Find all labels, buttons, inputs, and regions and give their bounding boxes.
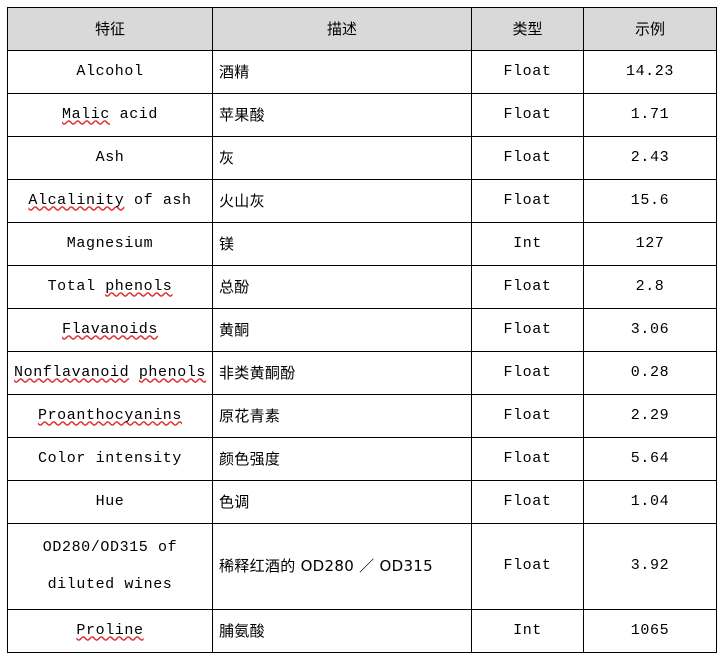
- cell-feature: Total phenols: [7, 265, 213, 309]
- cell-feature: Ash: [7, 136, 213, 180]
- cell-feature: Malic acid: [7, 93, 213, 137]
- cell-example: 2.8: [583, 265, 717, 309]
- table-header-row: 特征 描述 类型 示例: [7, 7, 717, 51]
- spellcheck-underline: phenols: [105, 277, 173, 295]
- table-row: Alcalinity of ash 火山灰 Float 15.6: [7, 179, 717, 223]
- feature-text-line: Alcohol: [76, 62, 144, 80]
- cell-feature: Proline: [7, 609, 213, 653]
- cell-feature: Proanthocyanins: [7, 394, 213, 438]
- cell-description: 非类黄酮酚: [212, 351, 472, 395]
- cell-description: 黄酮: [212, 308, 472, 352]
- feature-text-line: Total phenols: [47, 277, 173, 295]
- cell-type: Float: [471, 480, 584, 524]
- feature-text-line: Proline: [14, 622, 206, 641]
- table-header: 特征 描述 类型 示例: [7, 7, 717, 51]
- table-row: Alcohol 酒精 Float 14.23: [7, 50, 717, 94]
- table-row: Magnesium 镁 Int 127: [7, 222, 717, 266]
- cell-feature: Nonflavanoid phenols: [7, 351, 213, 395]
- feature-text-line: Nonflavanoid phenols: [14, 364, 206, 383]
- spellcheck-underline: Proline: [76, 621, 144, 639]
- column-header-description: 描述: [212, 7, 472, 51]
- spellcheck-underline: phenols: [138, 363, 207, 381]
- cell-feature: Flavanoids: [7, 308, 213, 352]
- cell-example: 0.28: [583, 351, 717, 395]
- table-row: Total phenols 总酚 Float 2.8: [7, 265, 717, 309]
- cell-description: 稀释红酒的 OD280 ／ OD315: [212, 523, 472, 610]
- column-header-type: 类型: [471, 7, 584, 51]
- cell-description: 灰: [212, 136, 472, 180]
- cell-description: 苹果酸: [212, 93, 472, 137]
- feature-text-line: Color intensity: [37, 449, 183, 467]
- cell-description: 色调: [212, 480, 472, 524]
- table-row: Ash 灰 Float 2.43: [7, 136, 717, 180]
- cell-type: Float: [471, 136, 584, 180]
- spellcheck-underline: Flavanoids: [61, 320, 158, 338]
- table-row: Proline 脯氨酸 Int 1065: [7, 609, 717, 653]
- cell-type: Float: [471, 93, 584, 137]
- table-row: Nonflavanoid phenols 非类黄酮酚 Float 0.28: [7, 351, 717, 395]
- cell-feature: Alcohol: [7, 50, 213, 94]
- cell-example: 3.06: [583, 308, 717, 352]
- spellcheck-underline: Alcalinity: [28, 191, 125, 209]
- column-header-example: 示例: [583, 7, 717, 51]
- cell-example: 1.04: [583, 480, 717, 524]
- wine-feature-table: 特征 描述 类型 示例 Alcohol 酒精 Float 14.23 Malic aci…: [7, 7, 717, 653]
- cell-example: 5.64: [583, 437, 717, 481]
- table-row: Flavanoids 黄酮 Float 3.06: [7, 308, 717, 352]
- cell-type: Float: [471, 394, 584, 438]
- cell-example: 2.29: [583, 394, 717, 438]
- cell-description: 镁: [212, 222, 472, 266]
- cell-type: Float: [471, 351, 584, 395]
- spellcheck-underline: Malic: [61, 105, 110, 123]
- cell-type: Float: [471, 308, 584, 352]
- cell-example: 14.23: [583, 50, 717, 94]
- table-body: Alcohol 酒精 Float 14.23 Malic acid 苹果酸 Float 1.7…: [7, 50, 717, 653]
- table-row: Proanthocyanins 原花青素 Float 2.29: [7, 394, 717, 438]
- cell-example: 1065: [583, 609, 717, 653]
- feature-text-line: Flavanoids: [14, 321, 206, 340]
- feature-text-line: diluted wines: [47, 575, 173, 593]
- cell-type: Float: [471, 179, 584, 223]
- cell-description: 脯氨酸: [212, 609, 472, 653]
- cell-description: 颜色强度: [212, 437, 472, 481]
- cell-example: 15.6: [583, 179, 717, 223]
- spellcheck-underline: Proanthocyanins: [37, 406, 183, 424]
- feature-text-line: Magnesium: [66, 234, 154, 252]
- cell-example: 3.92: [583, 523, 717, 610]
- feature-text-line: Ash: [95, 148, 125, 166]
- cell-description: 总酚: [212, 265, 472, 309]
- table-row: Malic acid 苹果酸 Float 1.71: [7, 93, 717, 137]
- feature-text-line: OD280/OD315 of: [42, 538, 178, 556]
- feature-text-line: Hue: [95, 492, 125, 510]
- cell-feature: Alcalinity of ash: [7, 179, 213, 223]
- cell-description: 酒精: [212, 50, 472, 94]
- table-row: Color intensity 颜色强度 Float 5.64: [7, 437, 717, 481]
- cell-feature: Hue: [7, 480, 213, 524]
- column-header-feature: 特征: [7, 7, 213, 51]
- feature-text-line: Proanthocyanins: [14, 407, 206, 426]
- cell-example: 127: [583, 222, 717, 266]
- cell-type: Float: [471, 523, 584, 610]
- cell-description: 火山灰: [212, 179, 472, 223]
- cell-feature: OD280/OD315 of diluted wines: [7, 523, 213, 610]
- feature-table-container: 特征 描述 类型 示例 Alcohol 酒精 Float 14.23 Malic aci…: [7, 7, 717, 653]
- cell-example: 1.71: [583, 93, 717, 137]
- table-row: Hue 色调 Float 1.04: [7, 480, 717, 524]
- cell-description: 原花青素: [212, 394, 472, 438]
- table-row: OD280/OD315 of diluted wines 稀释红酒的 OD280 ／…: [7, 523, 717, 610]
- cell-type: Float: [471, 50, 584, 94]
- cell-feature: Color intensity: [7, 437, 213, 481]
- cell-type: Int: [471, 609, 584, 653]
- cell-example: 2.43: [583, 136, 717, 180]
- spellcheck-underline: Nonflavanoid: [14, 363, 130, 381]
- cell-type: Int: [471, 222, 584, 266]
- cell-type: Float: [471, 265, 584, 309]
- feature-text-line: Malic acid: [61, 105, 159, 123]
- feature-text-line: Alcalinity of ash: [28, 191, 192, 209]
- cell-feature: Magnesium: [7, 222, 213, 266]
- cell-type: Float: [471, 437, 584, 481]
